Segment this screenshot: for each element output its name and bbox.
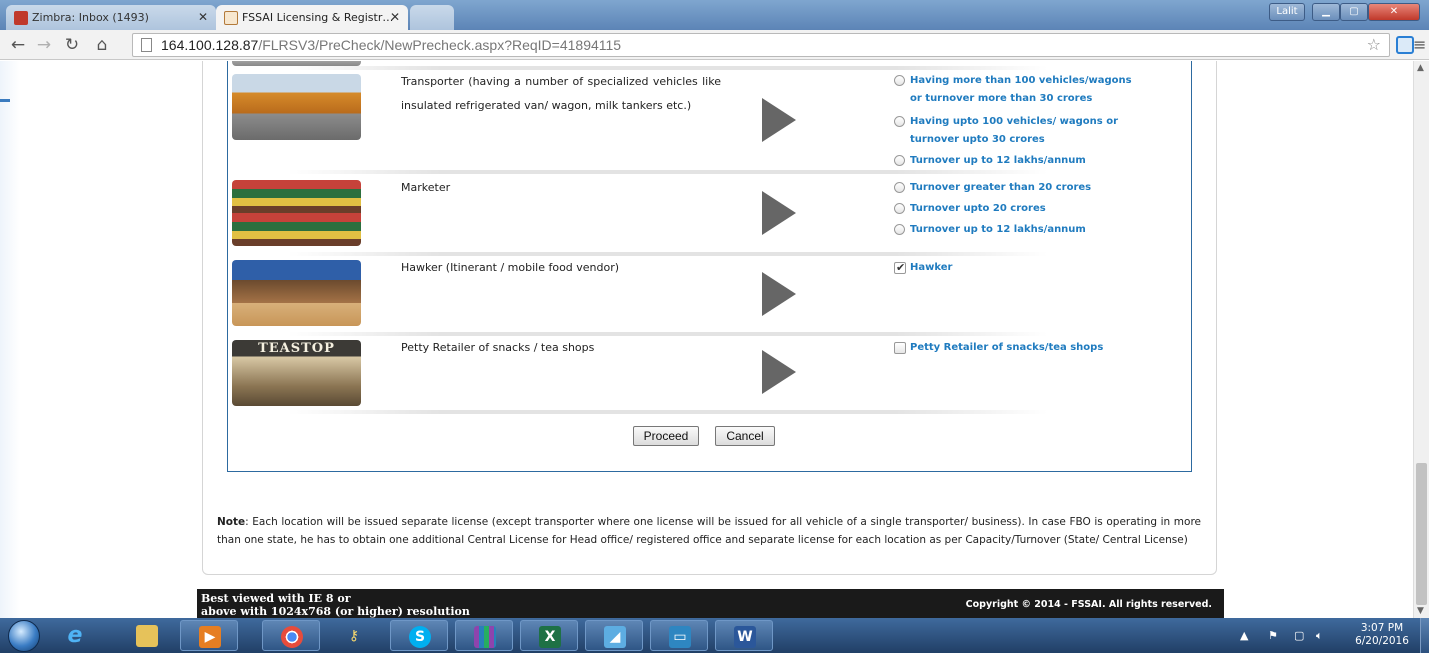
- category-frame: Transporter (having a number of speciali…: [227, 61, 1192, 472]
- reload-icon[interactable]: ↻: [62, 35, 82, 55]
- winrar-icon[interactable]: [455, 620, 513, 651]
- keys-icon[interactable]: ⚷: [325, 620, 383, 651]
- radio-button[interactable]: [894, 182, 905, 193]
- tab-label: Zimbra: Inbox (1493): [32, 11, 149, 24]
- row-divider: [288, 410, 1048, 414]
- new-tab-button[interactable]: [410, 5, 454, 30]
- browser-recommendation: Best viewed with IE 8 or above with 1024…: [201, 592, 470, 618]
- tea-shop-image: TEASTOP: [232, 340, 361, 406]
- forward-arrow-icon[interactable]: →: [34, 35, 54, 55]
- battery-icon[interactable]: ▢: [1294, 629, 1304, 642]
- play-arrow-icon: [762, 272, 796, 316]
- chrome-icon[interactable]: [262, 620, 320, 651]
- zimbra-icon: [14, 11, 28, 25]
- proceed-button[interactable]: Proceed: [633, 426, 699, 446]
- scroll-up-icon[interactable]: ▲: [1417, 63, 1424, 73]
- radio-button[interactable]: [894, 155, 905, 166]
- cancel-button[interactable]: Cancel: [715, 426, 775, 446]
- note-text: Note: Each location will be issued separ…: [217, 516, 1201, 546]
- system-clock[interactable]: 3:07 PM 6/20/2016: [1352, 622, 1412, 648]
- radio-button[interactable]: [894, 75, 905, 86]
- page-footer: Best viewed with IE 8 or above with 1024…: [197, 589, 1224, 618]
- extension-icon[interactable]: [1396, 36, 1414, 54]
- skype-icon[interactable]: S: [390, 620, 448, 651]
- category-description: Hawker (Itinerant / mobile food vendor): [401, 261, 620, 274]
- page-icon: [141, 38, 152, 52]
- home-icon[interactable]: ⌂: [92, 35, 112, 55]
- radio-button[interactable]: [894, 224, 905, 235]
- address-bar[interactable]: 164.100.128.87/FLRSV3/PreCheck/NewPreche…: [132, 33, 1390, 57]
- radio-button[interactable]: [894, 116, 905, 127]
- excel-icon[interactable]: X: [520, 620, 578, 651]
- remote-desktop-icon[interactable]: ▭: [650, 620, 708, 651]
- bookmark-star-icon[interactable]: ☆: [1367, 35, 1381, 54]
- trucks-image: [232, 74, 361, 140]
- back-arrow-icon[interactable]: ←: [8, 35, 28, 55]
- windows-taskbar: e ▶ ⚷ S X ◢ ▭ W ▲ ⚑ ▢ 🔈︎ 3:07 PM 6/20/20…: [0, 618, 1429, 653]
- row-divider: [288, 170, 1048, 174]
- scroll-thumb[interactable]: [1416, 463, 1427, 605]
- checkbox-unchecked[interactable]: [894, 342, 906, 354]
- play-arrow-icon: [762, 191, 796, 235]
- internet-explorer-icon[interactable]: e: [46, 620, 104, 651]
- copyright-text: Copyright © 2014 - FSSAI. All rights res…: [965, 599, 1212, 610]
- action-center-flag-icon[interactable]: ⚑: [1268, 629, 1278, 642]
- fssai-icon: [224, 11, 238, 25]
- menu-icon[interactable]: ≡: [1413, 35, 1426, 54]
- browser-toolbar: ← → ↻ ⌂ 164.100.128.87/FLRSV3/PreCheck/N…: [0, 30, 1429, 60]
- volume-icon[interactable]: 🔈︎: [1316, 629, 1323, 643]
- show-desktop-button[interactable]: [1420, 618, 1429, 653]
- tab-zimbra-inbox[interactable]: Zimbra: Inbox (1493) ✕: [6, 5, 216, 30]
- close-tab-icon[interactable]: ✕: [198, 10, 208, 24]
- radio-button[interactable]: [894, 203, 905, 214]
- browser-titlebar: Zimbra: Inbox (1493) ✕ FSSAI Licensing &…: [0, 0, 1429, 30]
- play-arrow-icon: [762, 350, 796, 394]
- category-description: Marketer: [401, 181, 451, 194]
- decorative-sidebar: [0, 61, 20, 618]
- tab-fssai[interactable]: FSSAI Licensing & Registr… ✕: [216, 5, 408, 30]
- tray-expand-icon[interactable]: ▲: [1240, 629, 1248, 642]
- page-content: Transporter (having a number of speciali…: [0, 61, 1413, 618]
- maximize-button[interactable]: ▢: [1340, 3, 1368, 21]
- scroll-down-icon[interactable]: ▼: [1417, 606, 1424, 616]
- minimize-button[interactable]: ▁: [1312, 3, 1340, 21]
- user-profile-button[interactable]: Lalit: [1269, 3, 1305, 21]
- vertical-scrollbar[interactable]: ▲ ▼: [1413, 61, 1429, 618]
- file-explorer-icon[interactable]: [118, 620, 176, 651]
- play-arrow-icon: [762, 98, 796, 142]
- close-window-button[interactable]: ✕: [1368, 3, 1420, 21]
- category-description: Transporter (having a number of speciali…: [401, 75, 721, 112]
- word-icon[interactable]: W: [715, 620, 773, 651]
- hawker-stall-image: [232, 260, 361, 326]
- url-text[interactable]: 164.100.128.87/FLRSV3/PreCheck/NewPreche…: [161, 37, 621, 53]
- supermarket-shelves-image: [232, 180, 361, 246]
- outlook-app-icon[interactable]: ◢: [585, 620, 643, 651]
- tab-label: FSSAI Licensing & Registr…: [242, 11, 394, 24]
- start-button[interactable]: [8, 620, 40, 652]
- category-description: Petty Retailer of snacks / tea shops: [401, 341, 595, 354]
- checkbox-checked[interactable]: [894, 260, 906, 276]
- media-player-icon[interactable]: ▶: [180, 620, 238, 651]
- close-tab-icon[interactable]: ✕: [390, 10, 400, 24]
